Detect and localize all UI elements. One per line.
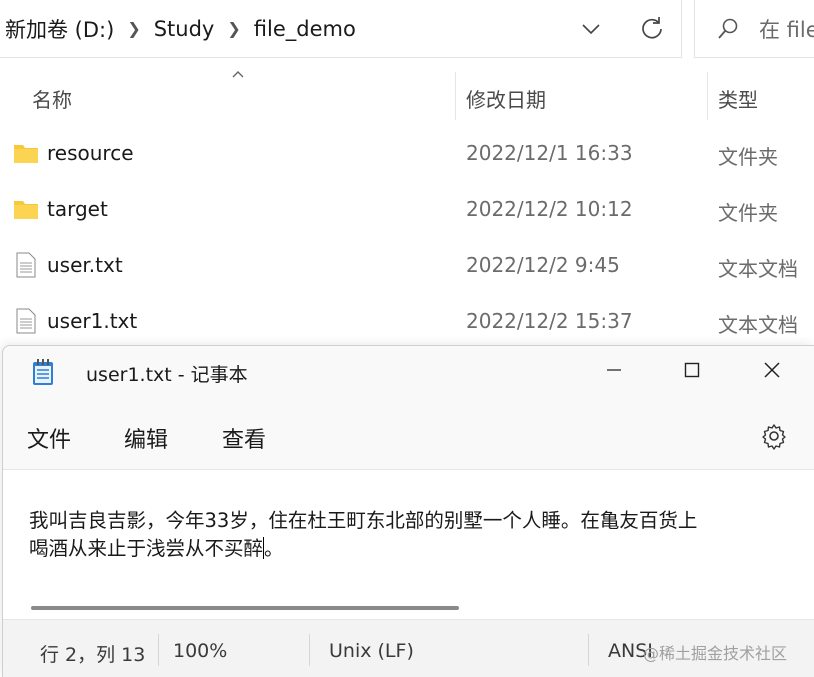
breadcrumb-study[interactable]: Study	[154, 17, 215, 41]
file-type: 文件夹	[718, 201, 778, 225]
watermark-text: @稀土掘金技术社区	[643, 644, 788, 663]
text-file-icon	[16, 252, 36, 278]
column-header-row: 名称 修改日期 类型	[0, 71, 814, 120]
window-title: user1.txt - 记事本	[86, 364, 248, 386]
file-date: 2022/12/2 10:12	[466, 197, 633, 221]
column-divider[interactable]	[455, 72, 456, 120]
status-divider	[309, 634, 310, 666]
refresh-icon[interactable]	[638, 14, 666, 42]
menu-file[interactable]: 文件	[27, 422, 71, 454]
text-line-2: 喝酒从来止于浅尝从不买醉。	[29, 532, 284, 561]
text-line-2-before-caret: 喝酒从来止于浅尝从不买醉	[29, 537, 264, 560]
column-header-type[interactable]: 类型	[718, 84, 758, 113]
status-line-ending: Unix (LF)	[329, 640, 414, 662]
file-name: user1.txt	[47, 309, 138, 333]
file-row-resource[interactable]: resource 2022/12/1 16:33 文件夹	[0, 126, 814, 182]
file-row-user1-txt[interactable]: user1.txt 2022/12/2 15:37 文本文档	[0, 294, 814, 350]
status-divider	[158, 634, 159, 666]
status-cursor-position: 行 2，列 13	[40, 644, 146, 666]
sort-ascending-icon	[232, 71, 244, 78]
notepad-title-bar[interactable]: user1.txt - 记事本	[3, 346, 814, 402]
file-date: 2022/12/1 16:33	[466, 141, 633, 165]
notepad-menu-bar: 文件 编辑 查看	[3, 402, 814, 468]
breadcrumb-drive[interactable]: 新加卷 (D:)	[5, 14, 114, 44]
text-file-icon	[16, 308, 36, 334]
breadcrumb-separator-icon: ❯	[127, 19, 141, 38]
file-type: 文本文档	[718, 313, 798, 337]
column-divider[interactable]	[707, 72, 708, 120]
notepad-window: user1.txt - 记事本 文件 编辑 查看 我叫吉良吉影，今年33岁，住在…	[2, 345, 814, 677]
notepad-app-icon	[33, 359, 53, 385]
notepad-text-area[interactable]: 我叫吉良吉影，今年33岁，住在杜王町东北部的别墅一个人睡。在亀友百货上 喝酒从来…	[3, 469, 814, 619]
notepad-status-bar: 行 2，列 13 100% Unix (LF) ANSI @稀土掘金技术社区	[3, 619, 814, 677]
close-icon[interactable]	[760, 358, 784, 382]
search-icon	[718, 18, 738, 39]
file-date: 2022/12/2 9:45	[466, 253, 620, 277]
horizontal-scrollbar[interactable]	[31, 606, 459, 610]
menu-edit[interactable]: 编辑	[124, 422, 168, 454]
search-placeholder: 在 file	[759, 17, 814, 42]
search-input[interactable]: 在 file	[694, 0, 814, 58]
status-zoom: 100%	[173, 640, 228, 662]
folder-icon	[14, 201, 38, 219]
file-row-user-txt[interactable]: user.txt 2022/12/2 9:45 文本文档	[0, 238, 814, 294]
file-type: 文本文档	[718, 257, 798, 281]
text-line-1: 我叫吉良吉影，今年33岁，住在杜王町东北部的别墅一个人睡。在亀友百货上	[29, 509, 698, 532]
file-date: 2022/12/2 15:37	[466, 309, 633, 333]
menu-view[interactable]: 查看	[222, 422, 266, 454]
file-type: 文件夹	[718, 145, 778, 169]
minimize-icon[interactable]	[602, 358, 626, 382]
status-divider	[588, 634, 589, 666]
breadcrumb-separator-icon: ❯	[227, 19, 241, 38]
column-header-date[interactable]: 修改日期	[466, 84, 546, 113]
file-name: target	[47, 197, 108, 221]
file-name: resource	[47, 141, 134, 165]
file-name: user.txt	[47, 253, 123, 277]
address-history-chevron-down-icon[interactable]	[580, 18, 602, 40]
file-row-target[interactable]: target 2022/12/2 10:12 文件夹	[0, 182, 814, 238]
folder-icon	[14, 145, 38, 163]
column-header-name[interactable]: 名称	[32, 84, 72, 113]
text-line-2-after-caret: 。	[264, 537, 284, 560]
settings-gear-icon[interactable]	[760, 422, 788, 450]
breadcrumb-file-demo[interactable]: file_demo	[254, 17, 356, 41]
maximize-icon[interactable]	[680, 358, 704, 382]
